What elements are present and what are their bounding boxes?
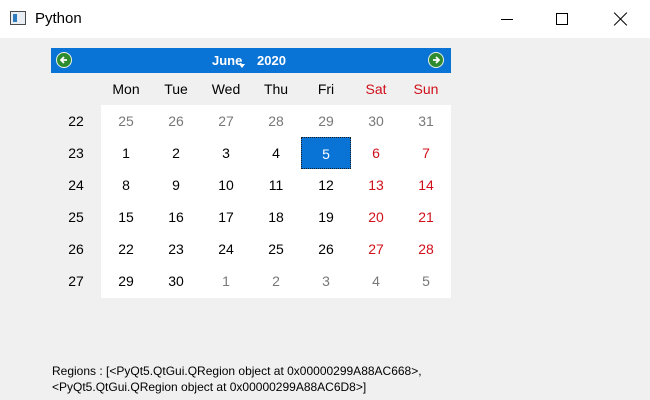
weekday-header-row: Mon Tue Wed Thu Fri Sat Sun xyxy=(51,73,451,105)
day-cell[interactable]: 25 xyxy=(101,105,151,137)
regions-line-2: <PyQt5.QtGui.QRegion object at 0x0000029… xyxy=(52,380,367,394)
regions-label: Regions : [<PyQt5.QtGui.QRegion object a… xyxy=(52,363,422,395)
week-number-column: 22 23 24 25 26 27 xyxy=(51,105,101,298)
day-cell[interactable]: 16 xyxy=(151,201,201,233)
day-cell[interactable]: 4 xyxy=(251,137,301,169)
weekday-mon: Mon xyxy=(112,81,140,97)
weekday-sun: Sun xyxy=(413,81,439,97)
day-cell[interactable]: 28 xyxy=(251,105,301,137)
day-cell[interactable]: 25 xyxy=(251,233,301,265)
day-cell[interactable]: 29 xyxy=(301,105,351,137)
week-number: 22 xyxy=(68,113,84,129)
day-cell[interactable]: 2 xyxy=(151,137,201,169)
day-cell[interactable]: 7 xyxy=(401,137,451,169)
weekday-thu: Thu xyxy=(263,81,289,97)
day-cell[interactable]: 27 xyxy=(201,105,251,137)
week-number: 27 xyxy=(68,273,84,289)
week-number: 25 xyxy=(68,209,84,225)
day-cell[interactable]: 23 xyxy=(151,233,201,265)
day-cell[interactable]: 31 xyxy=(401,105,451,137)
day-cell[interactable]: 14 xyxy=(401,169,451,201)
day-cell[interactable]: 12 xyxy=(301,169,351,201)
day-cell[interactable]: 22 xyxy=(101,233,151,265)
day-cell[interactable]: 3 xyxy=(301,265,351,297)
day-cell[interactable]: 1 xyxy=(101,137,151,169)
day-cell[interactable]: 2 xyxy=(251,265,301,297)
day-cell[interactable]: 30 xyxy=(151,265,201,297)
prev-month-arrow-icon xyxy=(59,56,67,64)
next-month-arrow-icon xyxy=(433,56,441,64)
weekday-wed: Wed xyxy=(211,81,241,97)
prev-month-button[interactable] xyxy=(56,52,72,68)
minimize-icon xyxy=(501,18,513,20)
regions-line-1: Regions : [<PyQt5.QtGui.QRegion object a… xyxy=(52,364,422,378)
day-cell[interactable]: 18 xyxy=(251,201,301,233)
day-cell[interactable]: 3 xyxy=(201,137,251,169)
day-cell[interactable]: 24 xyxy=(201,233,251,265)
day-cell[interactable]: 15 xyxy=(101,201,151,233)
close-icon xyxy=(614,12,628,26)
day-cell-selected[interactable]: 5 xyxy=(301,137,351,169)
maximize-button[interactable] xyxy=(535,0,589,38)
day-cell[interactable]: 19 xyxy=(301,201,351,233)
day-cell[interactable]: 30 xyxy=(351,105,401,137)
year-selector[interactable]: 2020 xyxy=(257,53,286,68)
day-cell[interactable]: 27 xyxy=(351,233,401,265)
weekday-sat: Sat xyxy=(365,81,387,97)
maximize-icon xyxy=(556,13,568,25)
month-selector[interactable]: June xyxy=(212,53,242,68)
close-button[interactable] xyxy=(594,0,648,38)
week-number: 24 xyxy=(68,177,84,193)
day-cell[interactable]: 17 xyxy=(201,201,251,233)
day-cell[interactable]: 11 xyxy=(251,169,301,201)
day-cell[interactable]: 10 xyxy=(201,169,251,201)
next-month-button[interactable] xyxy=(428,52,444,68)
day-cell[interactable]: 29 xyxy=(101,265,151,297)
day-cell[interactable]: 4 xyxy=(351,265,401,297)
title-bar: Python xyxy=(0,0,650,38)
calendar-navigation-bar: June 2020 xyxy=(51,48,451,73)
weekday-fri: Fri xyxy=(317,81,335,97)
day-cell[interactable]: 21 xyxy=(401,201,451,233)
month-dropdown-caret-icon xyxy=(239,64,245,68)
day-cell[interactable]: 28 xyxy=(401,233,451,265)
day-cell[interactable]: 26 xyxy=(301,233,351,265)
calendar-widget: June 2020 Mon Tue Wed Thu Fri Sat Sun 22 23 24 25… xyxy=(51,48,451,298)
day-cell[interactable]: 9 xyxy=(151,169,201,201)
week-number: 23 xyxy=(68,145,84,161)
day-cell[interactable]: 6 xyxy=(351,137,401,169)
day-cell[interactable]: 5 xyxy=(401,265,451,297)
day-cell[interactable]: 8 xyxy=(101,169,151,201)
day-cell[interactable]: 26 xyxy=(151,105,201,137)
day-cell[interactable]: 1 xyxy=(201,265,251,297)
day-cell[interactable]: 20 xyxy=(351,201,401,233)
weekday-tue: Tue xyxy=(164,81,188,97)
week-number: 26 xyxy=(68,241,84,257)
days-grid: 25 26 27 28 29 30 31 1 2 3 4 5 6 7 8 9 10 11 12 13 14 15 16 17 1… xyxy=(101,105,451,298)
day-cell[interactable]: 13 xyxy=(351,169,401,201)
minimize-button[interactable] xyxy=(480,0,534,38)
window-title: Python xyxy=(35,10,82,27)
app-window-icon xyxy=(10,11,26,25)
